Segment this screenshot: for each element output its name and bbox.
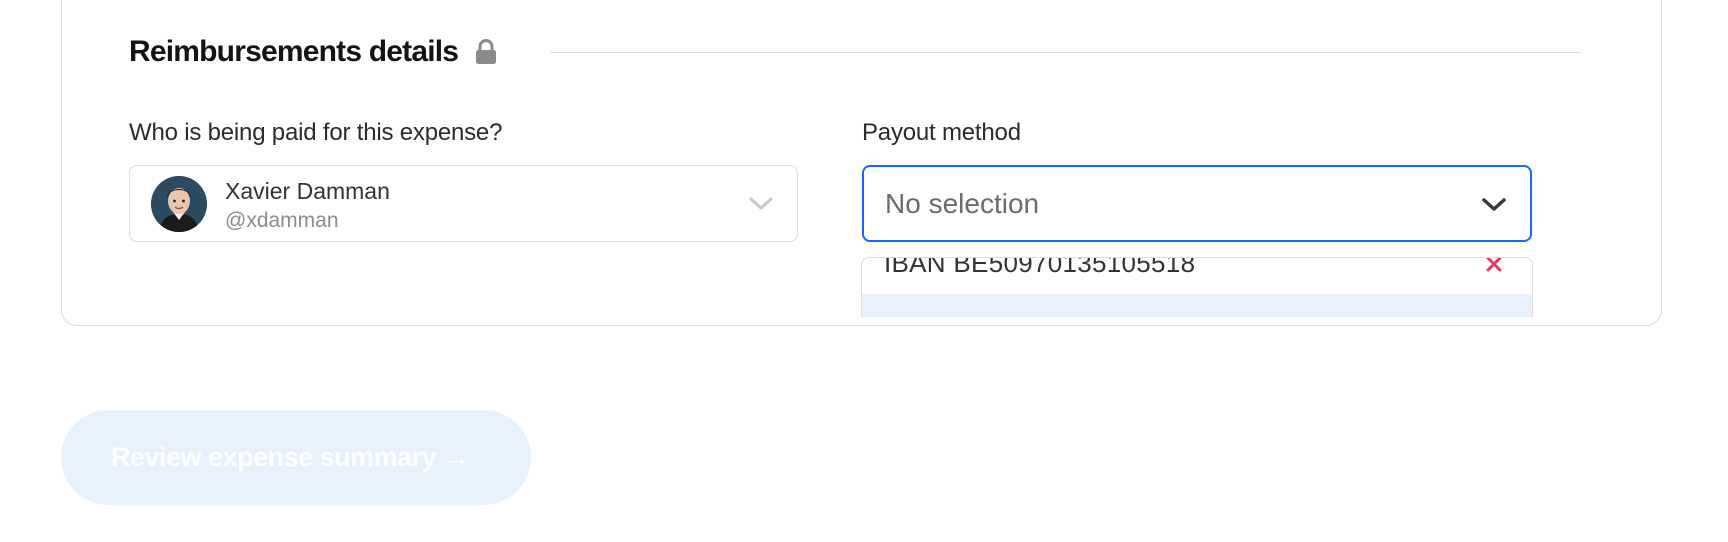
review-expense-summary-button[interactable]: Review expense summary →: [61, 410, 531, 505]
payout-method-dropdown[interactable]: IBAN BE50970135105518: [861, 257, 1533, 317]
section-header: Reimbursements details: [129, 35, 498, 69]
section-divider: [550, 52, 1581, 53]
remove-icon[interactable]: [1484, 258, 1504, 274]
payout-method-value: No selection: [885, 188, 1040, 219]
payee-handle: @xdamman: [225, 209, 339, 232]
dropdown-option-highlighted[interactable]: [862, 294, 1532, 317]
section-title: Reimbursements details: [129, 35, 459, 68]
payout-method-label: Payout method: [862, 119, 1021, 146]
payout-option-iban[interactable]: IBAN BE50970135105518: [884, 258, 1195, 279]
lock-icon: [474, 39, 498, 65]
chevron-down-icon[interactable]: [747, 191, 775, 215]
reimbursement-card: Reimbursements details Who is being paid…: [61, 0, 1662, 326]
payee-select[interactable]: Xavier Damman @xdamman: [129, 165, 798, 242]
avatar: [151, 176, 207, 232]
payout-method-select[interactable]: No selection: [862, 165, 1532, 242]
payee-name: Xavier Damman: [225, 178, 390, 204]
payee-label: Who is being paid for this expense?: [129, 119, 503, 146]
chevron-down-icon[interactable]: [1480, 192, 1508, 216]
